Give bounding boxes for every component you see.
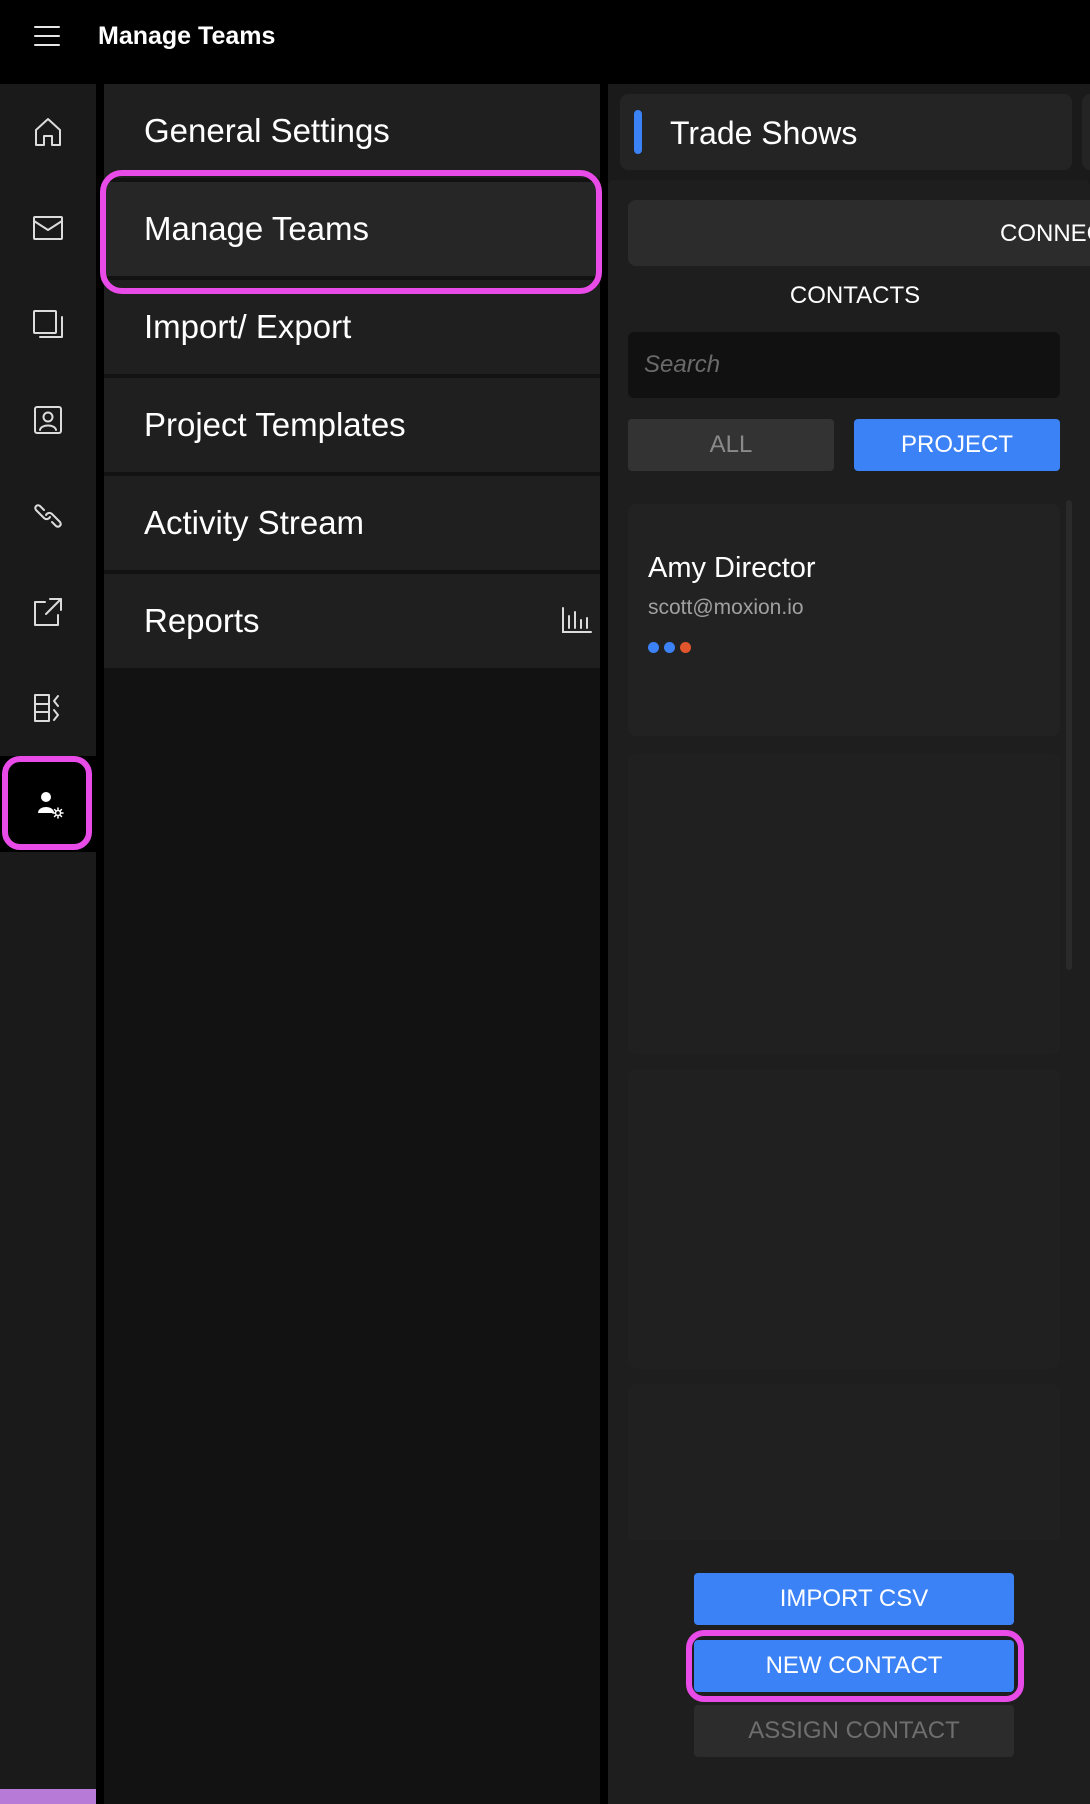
menu-item-label: Project Templates bbox=[144, 406, 406, 443]
assign-contact-button[interactable]: ASSIGN CONTACT bbox=[694, 1705, 1014, 1757]
mail-icon bbox=[33, 216, 63, 240]
share-icon bbox=[34, 598, 62, 626]
next-project-header[interactable] bbox=[1082, 94, 1090, 170]
contact-list: Amy Director scott@moxion.io bbox=[628, 504, 1062, 1540]
menu-item-reports[interactable]: Reports bbox=[104, 574, 600, 670]
avatar[interactable]: AD bbox=[0, 1789, 96, 1804]
icon-rail: AD bbox=[0, 84, 96, 1804]
rail-item-link[interactable] bbox=[0, 468, 96, 564]
status-dot bbox=[648, 642, 659, 653]
rail-item-contacts[interactable] bbox=[0, 372, 96, 468]
placeholder-row bbox=[628, 754, 1060, 1054]
project-title: Trade Shows bbox=[670, 115, 858, 151]
placeholder-row bbox=[628, 1069, 1060, 1369]
rail-item-manage-teams[interactable] bbox=[0, 756, 96, 852]
filter-project-button[interactable]: PROJECT bbox=[854, 419, 1060, 471]
rail-item-mail[interactable] bbox=[0, 180, 96, 276]
bar-chart-icon bbox=[560, 604, 592, 636]
import-csv-button[interactable]: IMPORT CSV bbox=[694, 1573, 1014, 1625]
menu-item-label: Manage Teams bbox=[144, 210, 370, 247]
contacts-panel: Trade Shows CONNEC CONTACTS ALL PROJECT … bbox=[608, 84, 1090, 1804]
rail-item-home[interactable] bbox=[0, 84, 96, 180]
menu-item-import-export[interactable]: Import/ Export bbox=[104, 280, 600, 376]
contacts-heading: CONTACTS bbox=[789, 282, 921, 309]
contact-email: scott@moxion.io bbox=[648, 596, 804, 619]
filter-all-button[interactable]: ALL bbox=[628, 419, 834, 471]
scrollbar[interactable] bbox=[1066, 500, 1072, 970]
tab-connect-label: CONNEC bbox=[1000, 220, 1090, 247]
rail-item-layout[interactable] bbox=[0, 660, 96, 756]
menu-item-label: Import/ Export bbox=[144, 308, 352, 345]
tab-connect[interactable]: CONNEC bbox=[628, 200, 1090, 266]
list-item[interactable]: Amy Director scott@moxion.io bbox=[628, 504, 1060, 736]
search-input[interactable] bbox=[628, 332, 1060, 398]
rail-item-share[interactable] bbox=[0, 564, 96, 660]
menu-item-manage-teams[interactable]: Manage Teams bbox=[104, 182, 600, 278]
copy-icon bbox=[33, 310, 63, 338]
status-dot bbox=[680, 642, 691, 653]
status-dots bbox=[648, 642, 691, 653]
contact-card-icon bbox=[34, 406, 62, 434]
menu-item-general-settings[interactable]: General Settings bbox=[104, 84, 600, 180]
menu-item-label: Reports bbox=[144, 602, 260, 639]
project-accent-bar bbox=[634, 110, 642, 154]
hamburger-icon[interactable] bbox=[34, 24, 60, 46]
rail-item-copy[interactable] bbox=[0, 276, 96, 372]
page-title: Manage Teams bbox=[98, 22, 276, 50]
menu-item-activity-stream[interactable]: Activity Stream bbox=[104, 476, 600, 572]
home-icon bbox=[35, 118, 61, 146]
menu-item-project-templates[interactable]: Project Templates bbox=[104, 378, 600, 474]
user-settings-icon bbox=[38, 792, 64, 819]
project-header[interactable]: Trade Shows bbox=[620, 94, 1072, 170]
status-dot bbox=[664, 642, 675, 653]
link-icon bbox=[34, 504, 62, 528]
contact-name: Amy Director bbox=[648, 552, 816, 584]
settings-menu: General Settings Manage Teams Import/ Ex… bbox=[104, 84, 600, 1804]
menu-item-label: General Settings bbox=[144, 112, 390, 149]
top-bar: Manage Teams bbox=[0, 0, 1090, 84]
placeholder-row bbox=[628, 1384, 1060, 1540]
menu-item-label: Activity Stream bbox=[144, 504, 365, 541]
new-contact-button[interactable]: NEW CONTACT bbox=[694, 1640, 1014, 1692]
list-layout-icon bbox=[34, 694, 59, 722]
